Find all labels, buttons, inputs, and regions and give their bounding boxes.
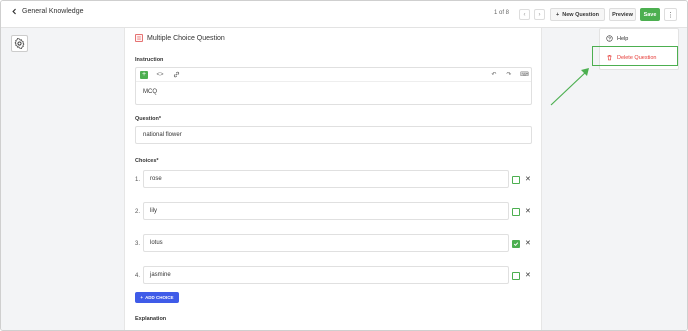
help-icon: [606, 35, 613, 42]
more-options-button[interactable]: ⋮: [664, 8, 677, 21]
correct-answer-checkbox[interactable]: [512, 208, 520, 216]
gear-icon: [14, 38, 25, 49]
choice-number: 4.: [135, 273, 141, 279]
menu-item-help[interactable]: Help: [606, 35, 628, 42]
correct-answer-checkbox[interactable]: [512, 176, 520, 184]
link-icon[interactable]: [172, 71, 180, 79]
preview-button[interactable]: Preview: [609, 8, 636, 21]
question-type-label: Multiple Choice Question: [147, 34, 225, 42]
next-question-button[interactable]: ›: [534, 9, 545, 20]
back-label: General Knowledge: [22, 8, 84, 15]
question-input[interactable]: national flower: [135, 126, 532, 144]
app-window: General Knowledge 1 of 8 ‹ › + New Quest…: [0, 0, 688, 331]
choice-number: 3.: [135, 241, 141, 247]
instruction-label: Instruction: [135, 57, 164, 63]
explanation-label: Explanation: [135, 316, 167, 322]
choice-number: 2.: [135, 209, 141, 215]
choice-value: lotus: [150, 240, 163, 246]
remove-choice-icon[interactable]: ✕: [525, 207, 531, 215]
back-link[interactable]: General Knowledge: [11, 8, 84, 15]
plus-icon: +: [556, 11, 560, 18]
code-icon[interactable]: <>: [156, 71, 164, 79]
redo-icon[interactable]: ↷: [505, 71, 513, 79]
choice-value: jasmine: [150, 272, 171, 278]
top-bar: General Knowledge 1 of 8 ‹ › + New Quest…: [1, 1, 687, 28]
question-editor: Multiple Choice Question Instruction + <…: [124, 28, 542, 330]
choice-input[interactable]: lotus: [143, 234, 509, 252]
correct-answer-checkbox[interactable]: [512, 272, 520, 280]
choice-input[interactable]: rose: [143, 170, 509, 188]
instruction-text: MCQ: [143, 89, 157, 95]
new-question-label: New Question: [562, 11, 599, 18]
instruction-editor[interactable]: + <> ↶ ↷ ⌨ MCQ: [135, 67, 532, 105]
add-choice-label: ADD CHOICE: [145, 295, 174, 300]
choice-input[interactable]: lily: [143, 202, 509, 220]
plus-icon: +: [140, 295, 144, 300]
chevron-left-icon: [12, 8, 16, 15]
left-sidebar: [1, 28, 124, 330]
save-button[interactable]: Save: [640, 8, 660, 21]
undo-icon[interactable]: ↶: [490, 71, 498, 79]
remove-choice-icon[interactable]: ✕: [525, 239, 531, 247]
remove-choice-icon[interactable]: ✕: [525, 175, 531, 183]
choices-label: Choices*: [135, 158, 159, 164]
question-pager: 1 of 8: [494, 10, 510, 16]
annotation-arrow-icon: [550, 68, 589, 106]
mcq-list-icon: [135, 34, 143, 42]
editor-toolbar: + <> ↶ ↷ ⌨: [136, 68, 531, 82]
question-value: national flower: [143, 132, 182, 138]
choice-input[interactable]: jasmine: [143, 266, 509, 284]
add-element-button[interactable]: +: [140, 71, 148, 79]
choice-value: lily: [150, 208, 157, 214]
remove-choice-icon[interactable]: ✕: [525, 271, 531, 279]
new-question-button[interactable]: + New Question: [550, 8, 605, 21]
help-label: Help: [617, 35, 629, 42]
correct-answer-checkbox[interactable]: [512, 240, 520, 248]
choice-value: rose: [150, 176, 162, 182]
settings-button[interactable]: [11, 35, 28, 52]
keyboard-icon[interactable]: ⌨: [520, 71, 529, 79]
question-label: Question*: [135, 116, 161, 122]
question-type-header: Multiple Choice Question: [135, 34, 225, 42]
check-icon: [513, 242, 519, 247]
add-choice-button[interactable]: + ADD CHOICE: [135, 292, 179, 303]
prev-question-button[interactable]: ‹: [519, 9, 530, 20]
choice-number: 1.: [135, 177, 141, 183]
highlight-box: [592, 46, 678, 66]
